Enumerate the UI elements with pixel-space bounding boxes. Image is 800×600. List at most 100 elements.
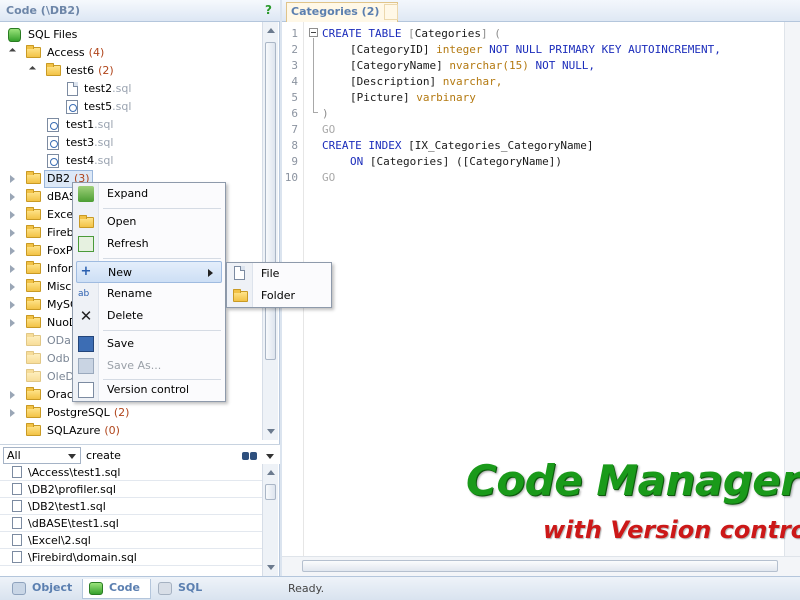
code-identifier: [Categories] (369, 155, 450, 168)
search-results-list[interactable]: \Access\test1.sql \DB2\profiler.sql \DB2… (0, 464, 262, 576)
code-go: GO (322, 171, 336, 184)
collapse-arrow-icon[interactable] (10, 265, 15, 273)
collapse-arrow-icon[interactable] (10, 247, 15, 255)
code-keyword: CREATE INDEX (322, 139, 402, 152)
list-item[interactable]: \dBASE\test1.sql (0, 515, 262, 532)
code-panel-header: Code (\DB2) ? (0, 0, 280, 22)
tree-item-folder[interactable]: Misc (6, 278, 71, 296)
code-type: varbinary (416, 91, 476, 104)
tree-count: (2) (113, 406, 130, 419)
line-number: 5 (291, 91, 298, 104)
tree-item-access[interactable]: Access (4) (6, 44, 104, 62)
code-line: [CategoryID] integer NOT NULL PRIMARY KE… (350, 43, 721, 56)
list-item[interactable]: \Excel\2.sql (0, 532, 262, 549)
result-label: \dBASE\test1.sql (28, 517, 119, 530)
collapse-arrow-icon[interactable] (10, 229, 15, 237)
filter-select[interactable]: All (3, 447, 81, 464)
menu-item-save[interactable]: Save (99, 333, 225, 355)
menu-item-expand[interactable]: Expand (99, 183, 225, 205)
submenu-item-folder[interactable]: Folder (253, 285, 379, 307)
list-item[interactable]: \DB2\test1.sql (0, 498, 262, 515)
collapse-arrow-icon[interactable] (10, 409, 15, 417)
new-submenu: File Folder (226, 262, 332, 308)
tree-file-test3[interactable]: test3.sql (47, 134, 113, 152)
tree-file-test5[interactable]: test5.sql (66, 98, 131, 116)
code-keyword: NOT NULL, (535, 59, 596, 72)
tree-label: PostgreSQL (47, 406, 110, 419)
line-number: 8 (291, 139, 298, 152)
tab-placeholder[interactable] (384, 4, 398, 20)
tree-item-folder[interactable]: Odb (6, 350, 70, 368)
plus-icon: + (80, 264, 92, 279)
tree-root-sql-files[interactable]: SQL Files (8, 26, 77, 44)
save-as-icon (78, 358, 94, 374)
line-number: 10 (284, 171, 298, 184)
tab-object[interactable]: Object (6, 579, 82, 599)
results-scrollbar[interactable] (262, 464, 278, 576)
tree-item-folder[interactable]: ODa (6, 332, 71, 350)
scroll-thumb[interactable] (302, 560, 778, 572)
collapse-arrow-icon[interactable] (10, 175, 15, 183)
line-number: 9 (291, 155, 298, 168)
submenu-item-file[interactable]: File (253, 263, 379, 285)
promo-subtitle: with Version control (543, 516, 800, 544)
result-label: \Excel\2.sql (28, 534, 91, 547)
tree-item-sqlazure[interactable]: SQLAzure (0) (6, 422, 120, 440)
tree-file-test4[interactable]: test4.sql (47, 152, 113, 170)
menu-item-open[interactable]: Open (99, 211, 225, 233)
tree-file-test1[interactable]: test1.sql (47, 116, 113, 134)
code-keyword: ON (350, 155, 364, 168)
scroll-down-icon[interactable] (267, 565, 275, 570)
tree-item-test6[interactable]: test6 (2) (26, 62, 114, 80)
list-item[interactable]: \Access\test1.sql (0, 464, 262, 481)
menu-item-rename[interactable]: Rename (99, 283, 225, 305)
tree-item-folder[interactable]: OleD (6, 368, 74, 386)
binoculars-icon[interactable] (242, 449, 258, 461)
code-type: nvarchar, (442, 75, 503, 88)
search-dropdown-icon[interactable] (266, 454, 274, 459)
folder-icon (26, 225, 41, 238)
scroll-down-icon[interactable] (267, 429, 275, 434)
tree-ext: .sql (112, 82, 132, 95)
folder-icon (26, 243, 41, 256)
tab-categories[interactable]: Categories (2) × (286, 2, 399, 22)
tree-item-folder[interactable]: Excel (6, 206, 76, 224)
collapse-arrow-icon[interactable] (10, 193, 15, 201)
search-input[interactable] (84, 447, 234, 464)
code-identifier: [CategoryID] (350, 43, 430, 56)
menu-item-delete[interactable]: Delete (99, 305, 225, 327)
database-icon (89, 582, 103, 595)
collapse-arrow-icon[interactable] (10, 301, 15, 309)
folder-icon (26, 333, 41, 346)
file-icon (12, 534, 22, 546)
menu-item-new[interactable]: New (76, 261, 222, 283)
fold-toggle-icon[interactable] (309, 28, 318, 37)
scroll-up-icon[interactable] (267, 470, 275, 475)
scroll-up-icon[interactable] (267, 28, 275, 33)
menu-item-version-control[interactable]: Version control (99, 379, 225, 401)
tree-scrollbar[interactable] (262, 22, 278, 440)
menu-item-refresh[interactable]: Refresh (99, 233, 225, 255)
tree-item-postgresql[interactable]: PostgreSQL (2) (6, 404, 129, 422)
list-item[interactable]: \Firebird\domain.sql (0, 549, 262, 566)
tree-file-test2[interactable]: test2.sql (66, 80, 131, 98)
list-item[interactable]: \DB2\profiler.sql (0, 481, 262, 498)
line-number: 7 (291, 123, 298, 136)
collapse-arrow-icon[interactable] (10, 391, 15, 399)
collapse-arrow-icon[interactable] (10, 283, 15, 291)
scroll-thumb[interactable] (265, 42, 276, 360)
editor-horizontal-scrollbar[interactable] (282, 556, 800, 576)
collapse-arrow-icon[interactable] (10, 211, 15, 219)
scroll-thumb[interactable] (265, 484, 276, 500)
code-line: [CategoryName] nvarchar(15) NOT NULL, (350, 59, 595, 72)
folder-icon (26, 261, 41, 274)
versioned-file-icon (47, 154, 59, 168)
expand-arrow-icon[interactable] (8, 47, 17, 56)
expand-arrow-icon[interactable] (28, 65, 37, 74)
tree-label: test3 (66, 136, 95, 149)
help-icon[interactable]: ? (265, 3, 272, 17)
tree-count: (0) (104, 424, 120, 437)
collapse-arrow-icon[interactable] (10, 319, 15, 327)
tab-sql[interactable]: SQL (152, 579, 212, 599)
tab-code[interactable]: Code (82, 579, 151, 599)
